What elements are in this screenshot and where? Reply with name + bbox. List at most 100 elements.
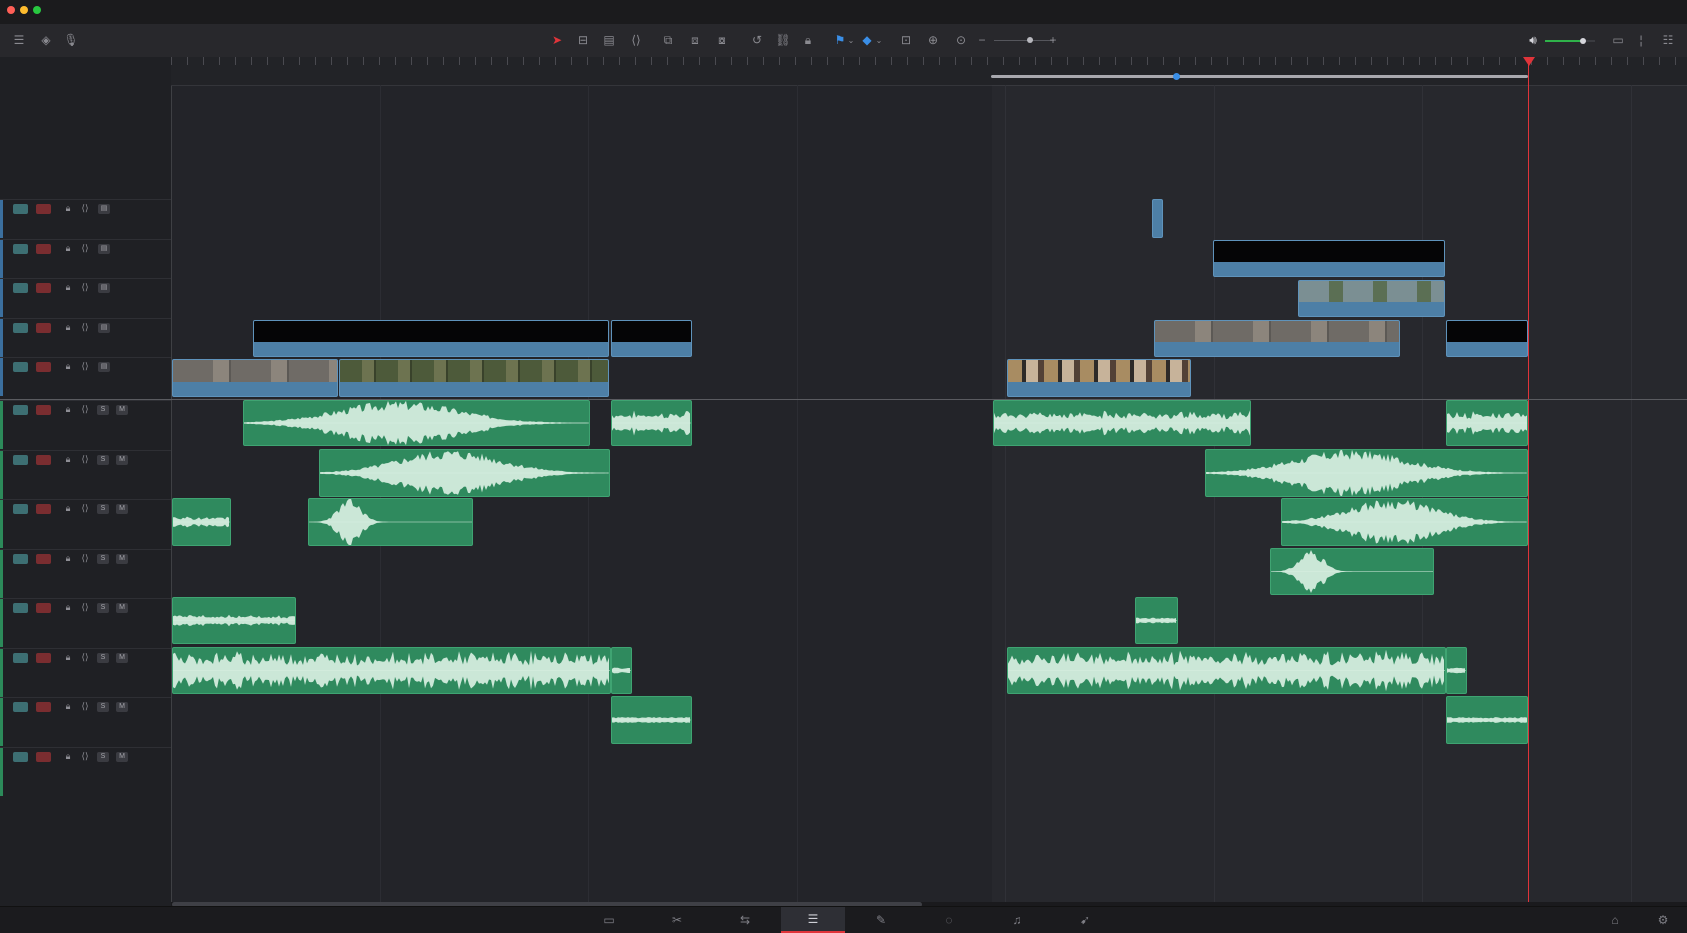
mute-button[interactable]: M bbox=[116, 405, 128, 415]
full-extent-zoom-icon[interactable]: ⊡ bbox=[898, 33, 914, 47]
track-enable-button[interactable] bbox=[13, 702, 28, 712]
trim-edit-mode-icon[interactable]: ⊟ bbox=[575, 33, 591, 47]
fairlight-page-icon[interactable]: ♫ bbox=[985, 907, 1049, 933]
video-clip[interactable] bbox=[1298, 280, 1445, 317]
lock-track-icon[interactable]: 🔒︎ bbox=[62, 404, 74, 415]
inspector-toggle-icon[interactable]: ☷ bbox=[1660, 33, 1676, 47]
lock-track-icon[interactable]: 🔒︎ bbox=[62, 553, 74, 564]
auto-select-icon[interactable]: ⟨⟩ bbox=[79, 701, 91, 712]
selection-mode-icon[interactable]: ➤ bbox=[549, 33, 565, 47]
lock-track-icon[interactable]: 🔒︎ bbox=[62, 243, 74, 254]
audio-clip[interactable] bbox=[172, 498, 231, 546]
track-arm-button[interactable] bbox=[36, 243, 51, 254]
lock-track-icon[interactable]: 🔒︎ bbox=[62, 652, 74, 663]
track-enable-button[interactable] bbox=[13, 553, 28, 564]
audio-clip[interactable] bbox=[319, 449, 610, 497]
video-clip[interactable] bbox=[611, 320, 692, 357]
lock-track-icon[interactable]: 🔒︎ bbox=[62, 701, 74, 712]
video-clip[interactable] bbox=[1152, 199, 1163, 238]
cut-page-icon[interactable]: ✂ bbox=[645, 907, 709, 933]
track-arm-button[interactable] bbox=[36, 322, 51, 333]
track-header-a1[interactable]: 🔒︎ ⟨⟩ S M bbox=[0, 400, 171, 449]
auto-select-icon[interactable]: ⟨⟩ bbox=[79, 243, 91, 254]
insert-clip-icon[interactable]: ⧉ bbox=[660, 33, 676, 47]
solo-button[interactable]: S bbox=[97, 751, 109, 762]
range-marker[interactable] bbox=[1173, 73, 1180, 80]
track-header-a4[interactable]: 🔒︎ ⟨⟩ S M bbox=[0, 548, 171, 598]
color-page-icon[interactable]: ◌ bbox=[917, 907, 981, 933]
zoom-slider-knob[interactable] bbox=[1027, 37, 1033, 43]
track-enable-button[interactable] bbox=[13, 283, 28, 293]
fusion-page-icon[interactable]: ✎ bbox=[849, 907, 913, 933]
track-header-a5[interactable]: 🔒︎ ⟨⟩ S M bbox=[0, 598, 171, 647]
dynamic-trim-icon[interactable]: ▤ bbox=[601, 33, 617, 47]
track-header-a3[interactable]: 🔒︎ ⟨⟩ S M bbox=[0, 499, 171, 548]
audio-clip[interactable] bbox=[1281, 498, 1528, 546]
linked-selection-icon[interactable]: ⛓︎ bbox=[775, 33, 791, 47]
track-arm-button[interactable] bbox=[36, 454, 51, 465]
audio-clip[interactable] bbox=[172, 597, 296, 644]
track-arm-button[interactable] bbox=[36, 603, 51, 613]
zoom-in-button[interactable]: + bbox=[1045, 33, 1061, 47]
disable-video-track-icon[interactable]: ▤ bbox=[98, 322, 110, 333]
track-header-v2[interactable]: 🔒︎ ⟨⟩ ▤ bbox=[0, 317, 171, 357]
zoom-out-button[interactable]: − bbox=[974, 33, 990, 47]
track-enable-button[interactable] bbox=[13, 204, 28, 214]
auto-select-icon[interactable]: ⟨⟩ bbox=[79, 503, 91, 514]
auto-select-icon[interactable]: ⟨⟩ bbox=[79, 203, 91, 214]
video-clip[interactable] bbox=[172, 359, 338, 397]
timeline-page-icon[interactable]: ☰ bbox=[781, 907, 845, 933]
mute-button[interactable]: M bbox=[116, 702, 128, 712]
track-enable-button[interactable] bbox=[13, 405, 28, 415]
auto-select-icon[interactable]: ⟨⟩ bbox=[79, 652, 91, 663]
volume-slider[interactable] bbox=[1545, 38, 1595, 44]
track-arm-button[interactable] bbox=[36, 204, 51, 214]
volume-icon[interactable]: 🔊︎ bbox=[1525, 33, 1541, 47]
lock-track-icon[interactable]: 🔒︎ bbox=[62, 361, 74, 372]
track-enable-button[interactable] bbox=[13, 652, 28, 663]
edit-page-icon[interactable]: ⇆ bbox=[713, 907, 777, 933]
mute-button[interactable]: M bbox=[116, 504, 128, 514]
lock-track-icon[interactable]: 🔒︎ bbox=[62, 454, 74, 465]
solo-button[interactable]: S bbox=[97, 652, 109, 663]
auto-select-icon[interactable]: ⟨⟩ bbox=[79, 404, 91, 415]
home-icon[interactable]: ⌂ bbox=[1600, 907, 1630, 933]
in-out-range-bar[interactable] bbox=[991, 75, 1528, 78]
solo-button[interactable]: S bbox=[97, 603, 109, 613]
video-clip[interactable] bbox=[1446, 320, 1528, 357]
track-enable-button[interactable] bbox=[13, 362, 28, 372]
track-arm-button[interactable] bbox=[36, 405, 51, 415]
disable-video-track-icon[interactable]: ▤ bbox=[98, 204, 110, 214]
flag-dropdown-chevron-icon[interactable]: ⌄ bbox=[843, 33, 859, 47]
replace-clip-icon[interactable]: ⧇ bbox=[714, 33, 730, 47]
track-header-a8[interactable]: 🔒︎ ⟨⟩ S M bbox=[0, 746, 171, 796]
track-header-a2[interactable]: 🔒︎ ⟨⟩ S M bbox=[0, 449, 171, 499]
timecode-ruler[interactable] bbox=[171, 57, 1687, 86]
video-clip[interactable] bbox=[253, 320, 609, 357]
solo-button[interactable]: S bbox=[97, 454, 109, 465]
audio-clip[interactable] bbox=[1446, 696, 1528, 744]
detail-zoom-icon[interactable]: ⊕ bbox=[925, 33, 941, 47]
auto-select-icon[interactable]: ⟨⟩ bbox=[79, 361, 91, 372]
playhead-handle[interactable] bbox=[1523, 57, 1535, 66]
lock-track-icon[interactable]: 🔒︎ bbox=[62, 282, 74, 293]
solo-button[interactable]: S bbox=[97, 405, 109, 415]
audio-clip[interactable] bbox=[1446, 400, 1528, 446]
mute-button[interactable]: M bbox=[116, 652, 128, 663]
track-arm-button[interactable] bbox=[36, 283, 51, 293]
track-arm-button[interactable] bbox=[36, 652, 51, 663]
position-lock-icon[interactable]: 🔒︎ bbox=[800, 33, 816, 47]
track-header-v5[interactable]: 🔒︎ ⟨⟩ ▤ bbox=[0, 199, 171, 238]
auto-select-icon[interactable]: ⟨⟩ bbox=[79, 454, 91, 465]
track-enable-button[interactable] bbox=[13, 454, 28, 465]
track-arm-button[interactable] bbox=[36, 504, 51, 514]
lock-track-icon[interactable]: 🔒︎ bbox=[62, 503, 74, 514]
deliver-page-icon[interactable]: ➹ bbox=[1053, 907, 1117, 933]
disable-video-track-icon[interactable]: ▤ bbox=[98, 243, 110, 254]
blade-edit-icon[interactable]: ⟨⟩ bbox=[628, 33, 644, 47]
track-arm-button[interactable] bbox=[36, 751, 51, 762]
video-clip[interactable] bbox=[1007, 359, 1191, 397]
audio-clip[interactable] bbox=[1007, 647, 1446, 694]
track-header-v4[interactable]: 🔒︎ ⟨⟩ ▤ bbox=[0, 238, 171, 278]
audio-clip[interactable] bbox=[308, 498, 473, 546]
